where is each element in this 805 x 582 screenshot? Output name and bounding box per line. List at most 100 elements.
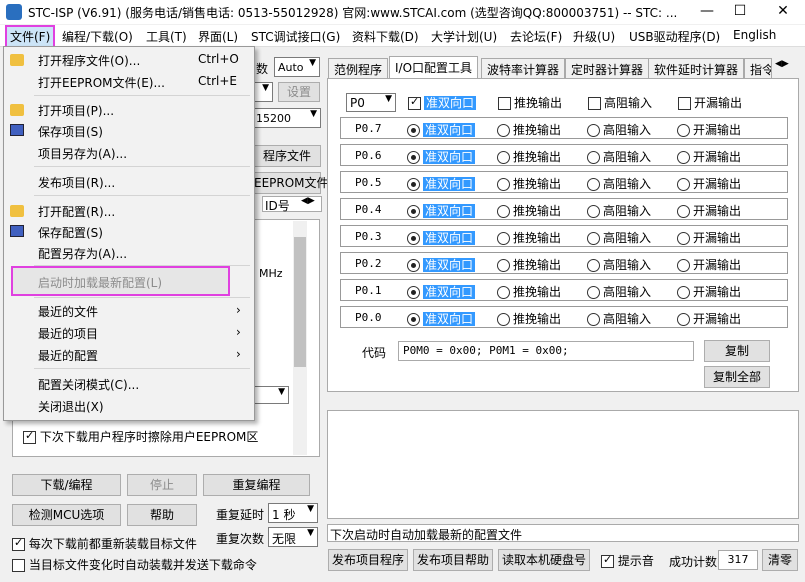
open-drain-radio[interactable]: 开漏输出	[677, 229, 741, 246]
scrollbar-thumb[interactable]	[294, 237, 306, 367]
menu-university[interactable]: 大学计划(U)	[431, 28, 497, 45]
tab-baud-calc[interactable]: 波特率计算器	[481, 58, 566, 78]
quasi-bidir-radio[interactable]: 准双向口	[407, 283, 476, 300]
open-drain-radio[interactable]: 开漏输出	[677, 256, 741, 273]
menu-interface[interactable]: 界面(L)	[198, 28, 238, 45]
all-high-z-option[interactable]: 高阻输入	[588, 94, 652, 111]
reload-each-option[interactable]: ✓ 每次下载前都重新装载目标文件	[12, 535, 197, 552]
baud-select[interactable]: 15200 ▼	[253, 108, 321, 128]
tab-instructions[interactable]: 指令	[744, 58, 772, 78]
menu-forum[interactable]: 去论坛(F)	[510, 28, 562, 45]
menu-item-config-close-mode[interactable]: 配置关闭模式(C)...	[38, 376, 139, 393]
sound-checkbox[interactable]: ✓	[601, 553, 614, 568]
tab-timer-calc[interactable]: 定时器计算器	[565, 58, 650, 78]
push-pull-radio[interactable]: 推挽输出	[497, 202, 561, 219]
all-push-pull-option[interactable]: 推挽输出	[498, 94, 562, 111]
tab-scroll-arrows[interactable]: ◀▶	[301, 196, 315, 206]
all-open-drain-option[interactable]: 开漏输出	[678, 94, 742, 111]
high-z-radio[interactable]: 高阻输入	[587, 148, 651, 165]
erase-eeprom-checkbox[interactable]: ✓	[23, 429, 36, 444]
quasi-bidir-radio[interactable]: 准双向口	[407, 229, 476, 246]
help-button[interactable]: 帮助	[127, 504, 197, 526]
auto-on-change-option[interactable]: 当目标文件变化时自动装载并发送下载命令	[12, 556, 257, 573]
high-z-radio[interactable]: 高阻输入	[587, 175, 651, 192]
maximize-button[interactable]: ☐	[720, 0, 760, 24]
stop-button[interactable]: 停止	[127, 474, 197, 496]
tab-examples[interactable]: 范例程序	[328, 58, 389, 78]
download-button[interactable]: 下载/编程	[12, 474, 121, 496]
menu-item-recent-configs[interactable]: 最近的配置 ›	[38, 347, 241, 364]
menu-item-open-project[interactable]: 打开项目(P)...	[38, 102, 114, 119]
menu-usb-driver[interactable]: USB驱动程序(D)	[629, 28, 720, 45]
read-disk-id-button[interactable]: 读取本机硬盘号	[498, 549, 590, 571]
push-pull-radio[interactable]: 推挽输出	[497, 283, 561, 300]
menu-item-open-program[interactable]: 打开程序文件(O)... Ctrl+O	[38, 52, 239, 69]
set-button[interactable]: 设置	[278, 82, 320, 102]
auto-on-change-checkbox[interactable]	[12, 559, 25, 572]
open-drain-radio[interactable]: 开漏输出	[677, 283, 741, 300]
publish-help-button[interactable]: 发布项目帮助	[413, 549, 493, 571]
open-drain-radio[interactable]: 开漏输出	[677, 310, 741, 327]
port-select[interactable]: P0 ▼	[346, 93, 396, 112]
id-tab[interactable]: ID号 ◀▶	[262, 196, 322, 213]
all-quasi-bidir-option[interactable]: ✓ 准双向口	[408, 94, 477, 111]
menu-english[interactable]: English	[733, 28, 776, 42]
menu-item-open-config[interactable]: 打开配置(R)...	[38, 203, 115, 220]
quasi-bidir-radio[interactable]: 准双向口	[407, 121, 476, 138]
tab-scroll-arrows-right[interactable]: ◀▶	[775, 59, 789, 69]
quasi-bidir-radio[interactable]: 准双向口	[407, 175, 476, 192]
check-mcu-button[interactable]: 检测MCU选项	[12, 504, 121, 526]
sound-option[interactable]: ✓ 提示音	[601, 552, 654, 569]
quasi-bidir-radio[interactable]: 准双向口	[407, 256, 476, 273]
menu-item-open-eeprom[interactable]: 打开EEPROM文件(E)... Ctrl+E	[38, 74, 237, 91]
repeat-delay-select[interactable]: 1 秒 ▼	[268, 503, 318, 523]
menu-item-save-project[interactable]: 保存项目(S)	[38, 123, 103, 140]
code-field[interactable]: P0M0 = 0x00; P0M1 = 0x00;	[398, 341, 694, 361]
push-pull-radio[interactable]: 推挽输出	[497, 121, 561, 138]
menu-item-exit[interactable]: 关闭退出(X)	[38, 398, 104, 415]
high-z-radio[interactable]: 高阻输入	[587, 310, 651, 327]
open-drain-radio[interactable]: 开漏输出	[677, 121, 741, 138]
repeat-count-select[interactable]: 无限 ▼	[268, 527, 318, 547]
quasi-bidir-radio[interactable]: 准双向口	[407, 148, 476, 165]
option-select[interactable]: ▼	[253, 386, 289, 404]
port-dropdown-arrow[interactable]: ▼	[253, 82, 273, 102]
high-z-radio[interactable]: 高阻输入	[587, 229, 651, 246]
push-pull-radio[interactable]: 推挽输出	[497, 229, 561, 246]
copy-all-button[interactable]: 复制全部	[704, 366, 770, 388]
menu-docs[interactable]: 资料下载(D)	[352, 28, 419, 45]
menu-item-save-config[interactable]: 保存配置(S)	[38, 224, 103, 241]
open-program-file-button[interactable]: 程序文件	[253, 145, 321, 167]
close-button[interactable]: ✕	[763, 0, 803, 24]
quasi-bidir-radio[interactable]: 准双向口	[407, 202, 476, 219]
publish-project-button[interactable]: 发布项目程序	[328, 549, 408, 571]
push-pull-radio[interactable]: 推挽输出	[497, 175, 561, 192]
high-z-radio[interactable]: 高阻输入	[587, 283, 651, 300]
menu-debug-interface[interactable]: STC调试接口(G)	[251, 28, 340, 45]
push-pull-radio[interactable]: 推挽输出	[497, 310, 561, 327]
quasi-bidir-radio[interactable]: 准双向口	[407, 310, 476, 327]
menu-item-recent-files[interactable]: 最近的文件 ›	[38, 303, 241, 320]
menu-tools[interactable]: 工具(T)	[146, 28, 187, 45]
open-drain-radio[interactable]: 开漏输出	[677, 202, 741, 219]
tab-io-config[interactable]: I/O口配置工具	[389, 56, 479, 79]
copy-button[interactable]: 复制	[704, 340, 770, 362]
freq-select[interactable]: Auto ▼	[274, 57, 320, 77]
menu-item-publish-project[interactable]: 发布项目(R)...	[38, 174, 115, 191]
menu-item-load-latest-config[interactable]: 启动时加载最新配置(L)	[38, 274, 162, 291]
reload-each-checkbox[interactable]: ✓	[12, 536, 25, 551]
menu-file[interactable]: 文件(F)	[5, 25, 56, 48]
scrollbar[interactable]	[293, 221, 307, 455]
high-z-radio[interactable]: 高阻输入	[587, 121, 651, 138]
menu-item-recent-projects[interactable]: 最近的项目 ›	[38, 325, 241, 342]
high-z-radio[interactable]: 高阻输入	[587, 202, 651, 219]
clear-count-button[interactable]: 清零	[762, 549, 798, 571]
open-drain-radio[interactable]: 开漏输出	[677, 148, 741, 165]
menu-upgrade[interactable]: 升级(U)	[573, 28, 615, 45]
high-z-radio[interactable]: 高阻输入	[587, 256, 651, 273]
output-log[interactable]	[327, 410, 799, 519]
erase-eeprom-option[interactable]: ✓ 下次下载用户程序时擦除用户EEPROM区	[23, 428, 258, 445]
tab-delay-calc[interactable]: 软件延时计算器	[648, 58, 745, 78]
push-pull-radio[interactable]: 推挽输出	[497, 256, 561, 273]
menu-item-save-project-as[interactable]: 项目另存为(A)...	[38, 145, 127, 162]
